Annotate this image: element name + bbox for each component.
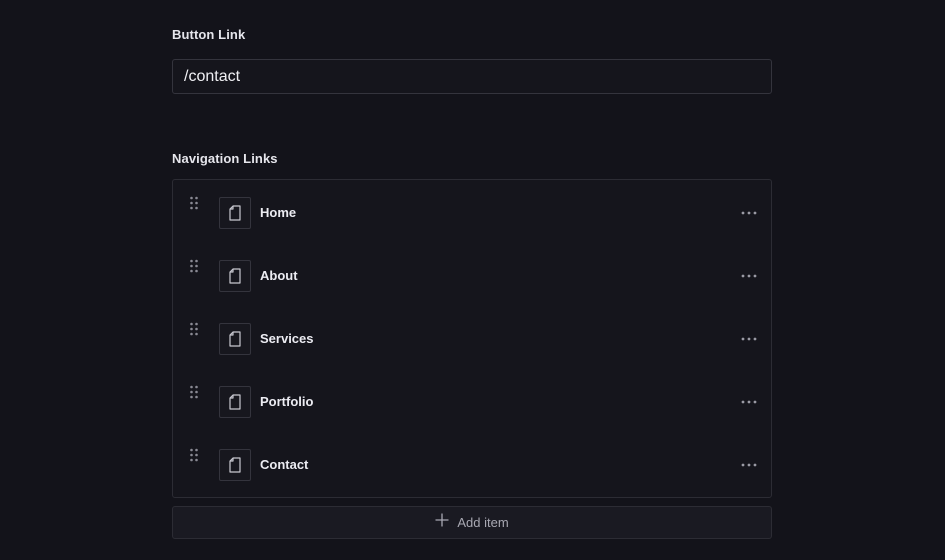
document-icon	[219, 449, 251, 481]
more-options-icon[interactable]	[739, 458, 759, 472]
document-icon	[219, 260, 251, 292]
drag-handle-icon[interactable]	[189, 259, 199, 273]
more-options-icon[interactable]	[739, 395, 759, 409]
navigation-links-list: Home About Services Portfolio Contact	[172, 179, 772, 498]
list-item[interactable]: About	[173, 243, 771, 292]
drag-handle-icon[interactable]	[189, 385, 199, 399]
more-options-icon[interactable]	[739, 332, 759, 346]
list-item-label: Contact	[260, 457, 309, 472]
document-icon	[219, 197, 251, 229]
list-item[interactable]: Contact	[173, 432, 771, 481]
list-item[interactable]: Home	[173, 180, 771, 229]
more-options-icon[interactable]	[739, 206, 759, 220]
plus-icon	[435, 513, 449, 532]
add-item-label: Add item	[457, 515, 509, 530]
list-item-label: Services	[260, 331, 314, 346]
document-icon	[219, 323, 251, 355]
list-item-label: About	[260, 268, 298, 283]
list-item[interactable]: Services	[173, 306, 771, 355]
list-item-label: Home	[260, 205, 297, 220]
list-item[interactable]: Portfolio	[173, 369, 771, 418]
drag-handle-icon[interactable]	[189, 322, 199, 336]
navigation-links-label: Navigation Links	[172, 151, 278, 166]
more-options-icon[interactable]	[739, 269, 759, 283]
list-item-label: Portfolio	[260, 394, 314, 409]
drag-handle-icon[interactable]	[189, 196, 199, 210]
add-item-button[interactable]: Add item	[172, 506, 772, 539]
document-icon	[219, 386, 251, 418]
button-link-input[interactable]	[172, 59, 772, 94]
drag-handle-icon[interactable]	[189, 448, 199, 462]
button-link-label: Button Link	[172, 27, 246, 42]
